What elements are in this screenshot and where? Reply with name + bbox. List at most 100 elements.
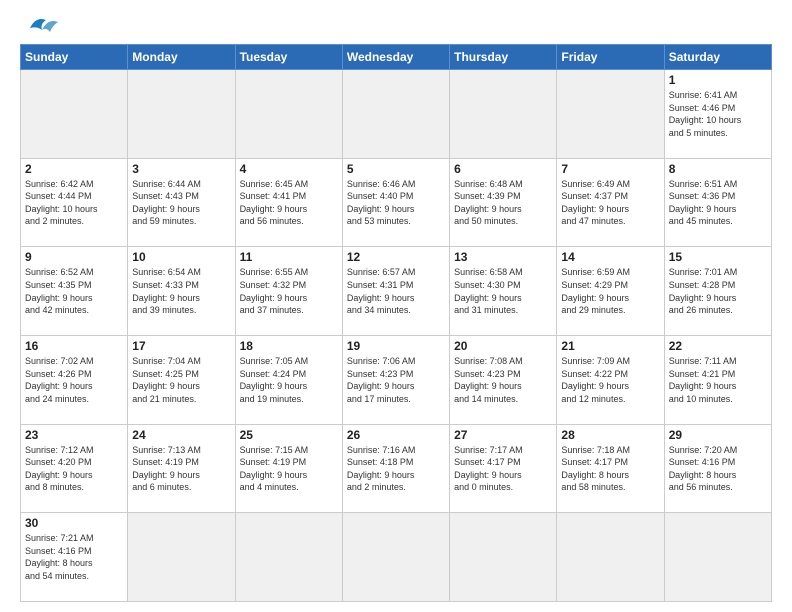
day-info: Sunrise: 7:16 AM Sunset: 4:18 PM Dayligh… bbox=[347, 444, 445, 494]
calendar-day: 27 Sunrise: 7:17 AM Sunset: 4:17 PM Dayli… bbox=[450, 424, 557, 513]
calendar-week-3: 9 Sunrise: 6:52 AM Sunset: 4:35 PM Daylig… bbox=[21, 247, 772, 336]
calendar-day bbox=[342, 70, 449, 159]
day-number: 10 bbox=[132, 250, 230, 264]
calendar-day bbox=[450, 70, 557, 159]
day-number: 26 bbox=[347, 428, 445, 442]
calendar-day: 13 Sunrise: 6:58 AM Sunset: 4:30 PM Dayli… bbox=[450, 247, 557, 336]
day-number: 19 bbox=[347, 339, 445, 353]
day-number: 13 bbox=[454, 250, 552, 264]
calendar-day: 22 Sunrise: 7:11 AM Sunset: 4:21 PM Dayli… bbox=[664, 335, 771, 424]
day-number: 22 bbox=[669, 339, 767, 353]
day-info: Sunrise: 6:49 AM Sunset: 4:37 PM Dayligh… bbox=[561, 178, 659, 228]
calendar-day: 12 Sunrise: 6:57 AM Sunset: 4:31 PM Dayli… bbox=[342, 247, 449, 336]
calendar-week-2: 2 Sunrise: 6:42 AM Sunset: 4:44 PM Daylig… bbox=[21, 158, 772, 247]
day-number: 16 bbox=[25, 339, 123, 353]
calendar-week-5: 23 Sunrise: 7:12 AM Sunset: 4:20 PM Dayli… bbox=[21, 424, 772, 513]
day-info: Sunrise: 7:13 AM Sunset: 4:19 PM Dayligh… bbox=[132, 444, 230, 494]
day-info: Sunrise: 6:51 AM Sunset: 4:36 PM Dayligh… bbox=[669, 178, 767, 228]
day-info: Sunrise: 6:46 AM Sunset: 4:40 PM Dayligh… bbox=[347, 178, 445, 228]
weekday-header-thursday: Thursday bbox=[450, 45, 557, 70]
calendar-week-6: 30Sunrise: 7:21 AM Sunset: 4:16 PM Dayli… bbox=[21, 513, 772, 602]
day-info: Sunrise: 7:20 AM Sunset: 4:16 PM Dayligh… bbox=[669, 444, 767, 494]
calendar-day: 20Sunrise: 7:08 AM Sunset: 4:23 PM Dayli… bbox=[450, 335, 557, 424]
day-info: Sunrise: 7:15 AM Sunset: 4:19 PM Dayligh… bbox=[240, 444, 338, 494]
day-info: Sunrise: 7:11 AM Sunset: 4:21 PM Dayligh… bbox=[669, 355, 767, 405]
day-number: 11 bbox=[240, 250, 338, 264]
calendar-day bbox=[450, 513, 557, 602]
calendar-week-4: 16 Sunrise: 7:02 AM Sunset: 4:26 PM Dayli… bbox=[21, 335, 772, 424]
calendar-day: 5 Sunrise: 6:46 AM Sunset: 4:40 PM Daylig… bbox=[342, 158, 449, 247]
calendar-day: 25Sunrise: 7:15 AM Sunset: 4:19 PM Dayli… bbox=[235, 424, 342, 513]
calendar: SundayMondayTuesdayWednesdayThursdayFrid… bbox=[20, 44, 772, 602]
day-number: 27 bbox=[454, 428, 552, 442]
calendar-day bbox=[557, 70, 664, 159]
calendar-day bbox=[342, 513, 449, 602]
day-info: Sunrise: 6:58 AM Sunset: 4:30 PM Dayligh… bbox=[454, 266, 552, 316]
calendar-day: 17 Sunrise: 7:04 AM Sunset: 4:25 PM Dayli… bbox=[128, 335, 235, 424]
calendar-day: 18Sunrise: 7:05 AM Sunset: 4:24 PM Dayli… bbox=[235, 335, 342, 424]
day-number: 1 bbox=[669, 73, 767, 87]
day-info: Sunrise: 7:02 AM Sunset: 4:26 PM Dayligh… bbox=[25, 355, 123, 405]
calendar-day: 23 Sunrise: 7:12 AM Sunset: 4:20 PM Dayli… bbox=[21, 424, 128, 513]
day-number: 14 bbox=[561, 250, 659, 264]
day-number: 23 bbox=[25, 428, 123, 442]
calendar-day: 29 Sunrise: 7:20 AM Sunset: 4:16 PM Dayli… bbox=[664, 424, 771, 513]
calendar-day bbox=[235, 513, 342, 602]
calendar-body: 1Sunrise: 6:41 AM Sunset: 4:46 PM Daylig… bbox=[21, 70, 772, 602]
day-info: Sunrise: 7:18 AM Sunset: 4:17 PM Dayligh… bbox=[561, 444, 659, 494]
header bbox=[20, 18, 772, 36]
day-info: Sunrise: 6:55 AM Sunset: 4:32 PM Dayligh… bbox=[240, 266, 338, 316]
calendar-day: 14Sunrise: 6:59 AM Sunset: 4:29 PM Dayli… bbox=[557, 247, 664, 336]
calendar-day: 26 Sunrise: 7:16 AM Sunset: 4:18 PM Dayli… bbox=[342, 424, 449, 513]
day-info: Sunrise: 7:01 AM Sunset: 4:28 PM Dayligh… bbox=[669, 266, 767, 316]
logo-bird-icon bbox=[22, 14, 60, 36]
calendar-day: 24Sunrise: 7:13 AM Sunset: 4:19 PM Dayli… bbox=[128, 424, 235, 513]
day-info: Sunrise: 6:57 AM Sunset: 4:31 PM Dayligh… bbox=[347, 266, 445, 316]
calendar-day bbox=[235, 70, 342, 159]
calendar-day: 9 Sunrise: 6:52 AM Sunset: 4:35 PM Daylig… bbox=[21, 247, 128, 336]
day-number: 28 bbox=[561, 428, 659, 442]
weekday-header-sunday: Sunday bbox=[21, 45, 128, 70]
calendar-day bbox=[664, 513, 771, 602]
day-info: Sunrise: 6:52 AM Sunset: 4:35 PM Dayligh… bbox=[25, 266, 123, 316]
calendar-day: 6Sunrise: 6:48 AM Sunset: 4:39 PM Daylig… bbox=[450, 158, 557, 247]
day-number: 12 bbox=[347, 250, 445, 264]
day-info: Sunrise: 7:08 AM Sunset: 4:23 PM Dayligh… bbox=[454, 355, 552, 405]
day-number: 18 bbox=[240, 339, 338, 353]
calendar-day: 16 Sunrise: 7:02 AM Sunset: 4:26 PM Dayli… bbox=[21, 335, 128, 424]
day-info: Sunrise: 7:12 AM Sunset: 4:20 PM Dayligh… bbox=[25, 444, 123, 494]
weekday-header-monday: Monday bbox=[128, 45, 235, 70]
calendar-day: 11 Sunrise: 6:55 AM Sunset: 4:32 PM Dayli… bbox=[235, 247, 342, 336]
day-info: Sunrise: 7:17 AM Sunset: 4:17 PM Dayligh… bbox=[454, 444, 552, 494]
day-number: 4 bbox=[240, 162, 338, 176]
day-info: Sunrise: 7:06 AM Sunset: 4:23 PM Dayligh… bbox=[347, 355, 445, 405]
day-number: 5 bbox=[347, 162, 445, 176]
calendar-day: 15 Sunrise: 7:01 AM Sunset: 4:28 PM Dayli… bbox=[664, 247, 771, 336]
calendar-day: 21Sunrise: 7:09 AM Sunset: 4:22 PM Dayli… bbox=[557, 335, 664, 424]
day-number: 17 bbox=[132, 339, 230, 353]
calendar-day: 19 Sunrise: 7:06 AM Sunset: 4:23 PM Dayli… bbox=[342, 335, 449, 424]
day-number: 29 bbox=[669, 428, 767, 442]
calendar-day: 1Sunrise: 6:41 AM Sunset: 4:46 PM Daylig… bbox=[664, 70, 771, 159]
day-info: Sunrise: 6:42 AM Sunset: 4:44 PM Dayligh… bbox=[25, 178, 123, 228]
day-info: Sunrise: 7:04 AM Sunset: 4:25 PM Dayligh… bbox=[132, 355, 230, 405]
calendar-day: 8Sunrise: 6:51 AM Sunset: 4:36 PM Daylig… bbox=[664, 158, 771, 247]
calendar-week-1: 1Sunrise: 6:41 AM Sunset: 4:46 PM Daylig… bbox=[21, 70, 772, 159]
day-info: Sunrise: 6:54 AM Sunset: 4:33 PM Dayligh… bbox=[132, 266, 230, 316]
calendar-day: 2 Sunrise: 6:42 AM Sunset: 4:44 PM Daylig… bbox=[21, 158, 128, 247]
day-number: 7 bbox=[561, 162, 659, 176]
calendar-day: 30Sunrise: 7:21 AM Sunset: 4:16 PM Dayli… bbox=[21, 513, 128, 602]
weekday-header-tuesday: Tuesday bbox=[235, 45, 342, 70]
calendar-day: 4Sunrise: 6:45 AM Sunset: 4:41 PM Daylig… bbox=[235, 158, 342, 247]
calendar-day: 28 Sunrise: 7:18 AM Sunset: 4:17 PM Dayli… bbox=[557, 424, 664, 513]
calendar-header: SundayMondayTuesdayWednesdayThursdayFrid… bbox=[21, 45, 772, 70]
day-number: 9 bbox=[25, 250, 123, 264]
day-info: Sunrise: 6:44 AM Sunset: 4:43 PM Dayligh… bbox=[132, 178, 230, 228]
calendar-day bbox=[128, 70, 235, 159]
page: SundayMondayTuesdayWednesdayThursdayFrid… bbox=[0, 0, 792, 612]
day-number: 15 bbox=[669, 250, 767, 264]
weekday-header-friday: Friday bbox=[557, 45, 664, 70]
day-number: 3 bbox=[132, 162, 230, 176]
day-info: Sunrise: 6:48 AM Sunset: 4:39 PM Dayligh… bbox=[454, 178, 552, 228]
day-number: 2 bbox=[25, 162, 123, 176]
